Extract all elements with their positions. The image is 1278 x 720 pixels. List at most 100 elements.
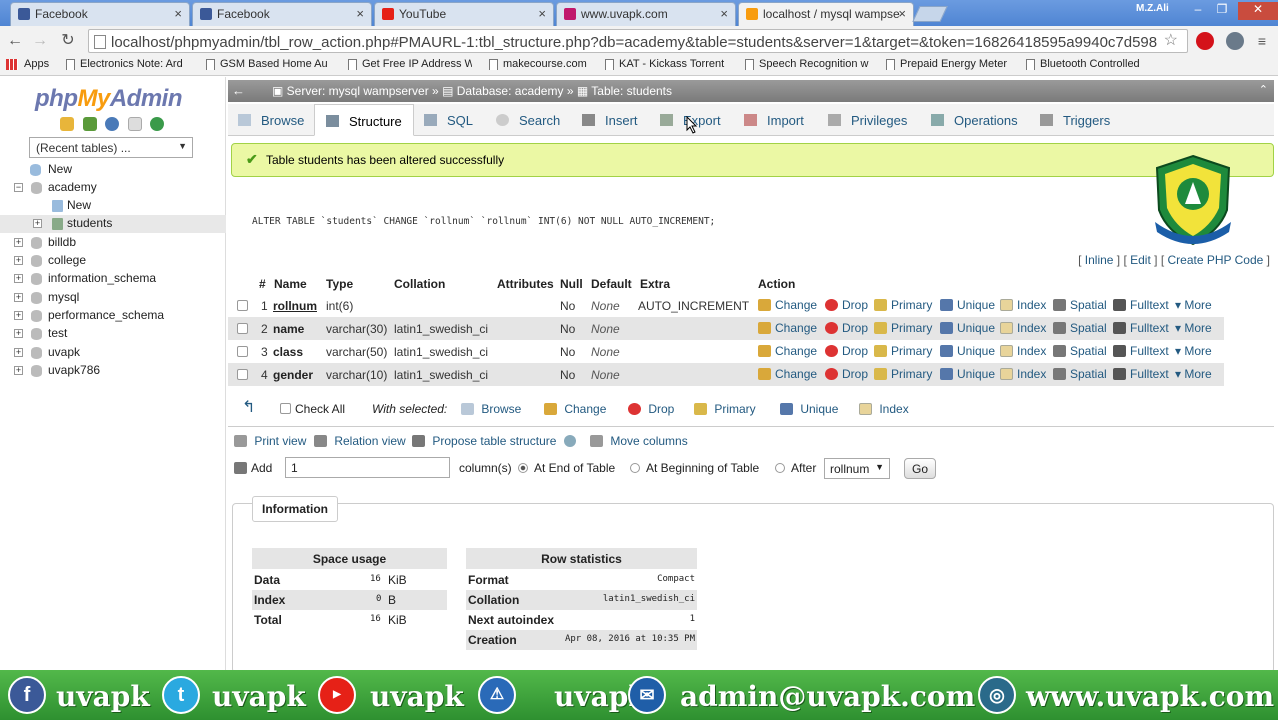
after-radio[interactable]: After (775, 461, 816, 475)
bookmark-item[interactable]: Speech Recognition w (745, 58, 869, 70)
tree-academy-new[interactable]: New (0, 197, 226, 215)
radio-unselected[interactable] (630, 463, 640, 473)
address-bar[interactable]: localhost/phpmyadmin/tbl_row_action.php#… (88, 29, 1188, 53)
browser-tab-phpmyadmin[interactable]: localhost / mysql wampse × (738, 2, 914, 26)
create-php-code-link[interactable]: Create PHP Code (1167, 253, 1263, 267)
tree-db-academy[interactable]: − academy (0, 179, 226, 197)
column-header[interactable]: Name (274, 277, 307, 291)
browser-tab-facebook-1[interactable]: Facebook × (10, 2, 190, 26)
forward-icon[interactable]: → (30, 31, 50, 51)
column-header[interactable]: # (259, 277, 266, 291)
move-columns-link[interactable]: Move columns (590, 434, 688, 448)
tree-db-item[interactable]: + performance_schema (0, 307, 226, 325)
index-action[interactable]: Index (1000, 321, 1046, 335)
bulk-unique-button[interactable]: Unique (780, 402, 838, 416)
unique-action[interactable]: Unique (940, 344, 995, 358)
restore-icon[interactable]: ❐ (1210, 2, 1234, 20)
at-beginning-radio[interactable]: At Beginning of Table (630, 461, 759, 475)
close-window-icon[interactable]: ✕ (1238, 2, 1278, 20)
bulk-change-button[interactable]: Change (544, 402, 606, 416)
drop-action[interactable]: Drop (825, 298, 868, 312)
tree-db-item[interactable]: + information_schema (0, 270, 226, 288)
change-action[interactable]: Change (758, 367, 817, 381)
bookmark-item[interactable]: GSM Based Home Au (206, 58, 330, 70)
edit-link[interactable]: Edit (1130, 253, 1151, 267)
column-count-input[interactable]: 1 (285, 457, 450, 478)
reload-nav-icon[interactable] (150, 117, 164, 131)
expand-icon[interactable]: + (14, 293, 23, 302)
close-tab-icon[interactable]: × (720, 6, 728, 21)
column-header[interactable]: Type (326, 277, 353, 291)
opera-icon[interactable] (1196, 32, 1214, 50)
drop-action[interactable]: Drop (825, 321, 868, 335)
bulk-browse-button[interactable]: Browse (461, 402, 521, 416)
after-column-select[interactable]: rollnum ▼ (824, 458, 890, 479)
expand-icon[interactable]: + (14, 238, 23, 247)
help-icon[interactable] (563, 435, 576, 447)
more-action[interactable]: ▾ More (1175, 367, 1212, 381)
spatial-action[interactable]: Spatial (1053, 367, 1107, 381)
column-name[interactable]: gender (273, 368, 313, 382)
tree-db-item[interactable]: + college (0, 252, 226, 270)
tree-db-item[interactable]: + mysql (0, 289, 226, 307)
fulltext-action[interactable]: Fulltext (1113, 321, 1169, 335)
column-name[interactable]: class (273, 345, 303, 359)
expand-icon[interactable]: + (14, 329, 23, 338)
tree-db-item[interactable]: + uvapk (0, 344, 226, 362)
primary-action[interactable]: Primary (874, 298, 932, 312)
browser-tab-uvapk[interactable]: www.uvapk.com × (556, 2, 736, 26)
expand-icon[interactable]: + (14, 274, 23, 283)
close-tab-icon[interactable]: × (356, 6, 364, 21)
fulltext-action[interactable]: Fulltext (1113, 298, 1169, 312)
expand-icon[interactable]: + (14, 366, 23, 375)
reload-icon[interactable]: ↻ (58, 31, 78, 51)
close-tab-icon[interactable]: × (898, 6, 906, 21)
unique-action[interactable]: Unique (940, 367, 995, 381)
bookmark-item[interactable]: makecourse.com (489, 58, 599, 70)
bulk-index-button[interactable]: Index (859, 402, 909, 416)
profile-name[interactable]: M.Z.Ali (1136, 3, 1169, 14)
minimize-icon[interactable]: – (1186, 2, 1210, 20)
breadcrumb-database[interactable]: ▤ Database: academy (442, 84, 563, 98)
bookmark-item[interactable]: Electronics Note: Ard (66, 58, 190, 70)
bookmark-item[interactable]: Prepaid Energy Meter (886, 58, 1010, 70)
change-action[interactable]: Change (758, 321, 817, 335)
tab-search[interactable]: Search (496, 104, 560, 136)
extension-icon[interactable] (1226, 32, 1244, 50)
fulltext-action[interactable]: Fulltext (1113, 367, 1169, 381)
column-header[interactable]: Default (591, 277, 632, 291)
check-all-checkbox[interactable] (280, 403, 291, 414)
menu-icon[interactable]: ≡ (1252, 31, 1272, 51)
spatial-action[interactable]: Spatial (1053, 298, 1107, 312)
recent-tables-select[interactable]: (Recent tables) ... ▼ (29, 137, 193, 158)
go-button[interactable]: Go (904, 458, 936, 479)
new-tab-button[interactable] (912, 6, 948, 22)
spatial-action[interactable]: Spatial (1053, 344, 1107, 358)
back-icon[interactable]: ← (5, 31, 25, 51)
tab-triggers[interactable]: Triggers (1040, 104, 1110, 136)
breadcrumb-server[interactable]: ▣ Server: mysql wampserver (272, 84, 429, 98)
more-action[interactable]: ▾ More (1175, 298, 1212, 312)
fulltext-action[interactable]: Fulltext (1113, 344, 1169, 358)
propose-structure-link[interactable]: Propose table structure (412, 434, 576, 448)
tab-sql[interactable]: SQL (424, 104, 473, 136)
unique-action[interactable]: Unique (940, 321, 995, 335)
row-checkbox[interactable] (237, 323, 248, 334)
browser-tab-facebook-2[interactable]: Facebook × (192, 2, 372, 26)
bookmark-item[interactable]: Get Free IP Address W (348, 58, 472, 70)
bookmark-item[interactable]: KAT - Kickass Torrent (605, 58, 729, 70)
primary-action[interactable]: Primary (874, 367, 932, 381)
expand-icon[interactable]: + (14, 311, 23, 320)
row-checkbox[interactable] (237, 369, 248, 380)
column-header[interactable]: Extra (640, 277, 670, 291)
more-action[interactable]: ▾ More (1175, 344, 1212, 358)
phpmyadmin-logo[interactable]: phpMyAdmin (35, 85, 183, 113)
collapse-icon[interactable]: − (14, 183, 23, 192)
index-action[interactable]: Index (1000, 344, 1046, 358)
primary-action[interactable]: Primary (874, 321, 932, 335)
print-view-link[interactable]: Print view (234, 434, 306, 448)
radio-selected[interactable] (518, 463, 528, 473)
bookmark-star-icon[interactable]: ☆ (1164, 30, 1178, 50)
at-end-radio[interactable]: At End of Table (518, 461, 615, 475)
tree-db-item[interactable]: + billdb (0, 234, 226, 252)
